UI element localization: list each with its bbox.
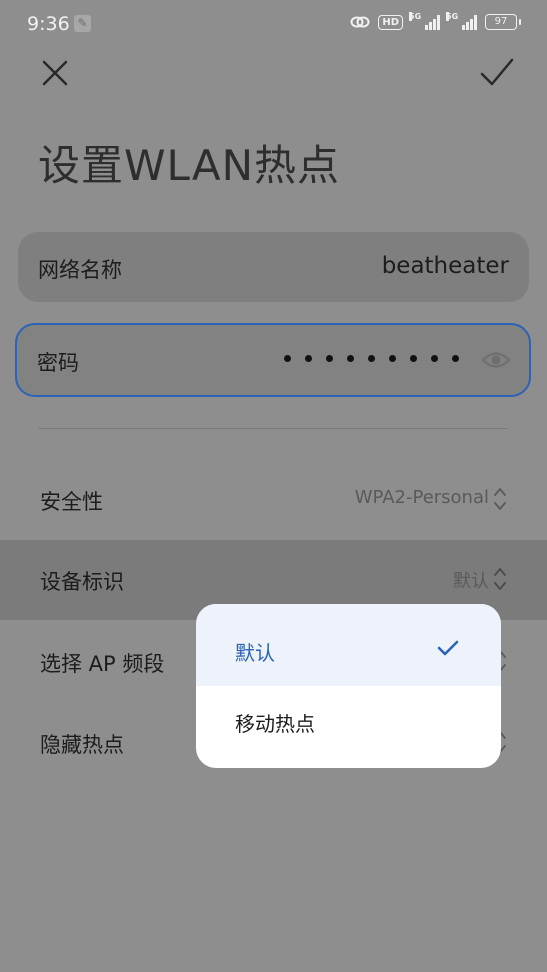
- divider: [38, 428, 508, 429]
- device-id-value: 默认: [453, 571, 489, 592]
- security-label: 安全性: [40, 490, 103, 514]
- ap-band-label: 选择 AP 频段: [40, 652, 165, 676]
- option-label: 默认: [235, 641, 275, 665]
- eye-icon[interactable]: [481, 348, 511, 372]
- password-label: 密码: [37, 351, 79, 375]
- page-title: 设置WLAN热点: [38, 141, 341, 190]
- network-name-value[interactable]: beatheater: [382, 253, 509, 279]
- device-id-label: 设备标识: [40, 570, 124, 594]
- option-label: 移动热点: [235, 712, 315, 736]
- close-icon[interactable]: [38, 56, 72, 90]
- wrench-icon: ✎: [74, 15, 91, 32]
- status-icons: HD 5G 5G 97: [350, 12, 521, 30]
- status-bar: 9:36 ✎ HD 5G 5G 97: [0, 0, 547, 50]
- network-name-field[interactable]: 网络名称 beatheater: [18, 232, 529, 302]
- password-field[interactable]: 密码: [15, 323, 531, 397]
- network-name-label: 网络名称: [38, 258, 122, 282]
- check-icon[interactable]: [478, 56, 516, 90]
- signal-icon-2: 5G: [446, 12, 477, 30]
- dropdown-option-mobile-hotspot[interactable]: 移动热点: [196, 686, 501, 768]
- security-row[interactable]: 安全性 WPA2-Personal: [0, 460, 547, 540]
- security-value: WPA2-Personal: [354, 487, 489, 508]
- signal-icon: 5G: [409, 12, 440, 30]
- link-icon: [350, 16, 370, 28]
- status-time: 9:36: [27, 13, 70, 35]
- hide-hotspot-label: 隐藏热点: [40, 733, 124, 757]
- device-id-dropdown: 默认 移动热点: [196, 604, 501, 768]
- password-dots: [284, 355, 459, 362]
- hd-badge: HD: [378, 14, 403, 30]
- battery-icon: 97: [485, 14, 521, 30]
- selected-check-icon: [437, 640, 459, 656]
- up-down-icon: [494, 568, 506, 590]
- up-down-icon: [494, 488, 506, 510]
- dropdown-option-default[interactable]: 默认: [196, 604, 501, 686]
